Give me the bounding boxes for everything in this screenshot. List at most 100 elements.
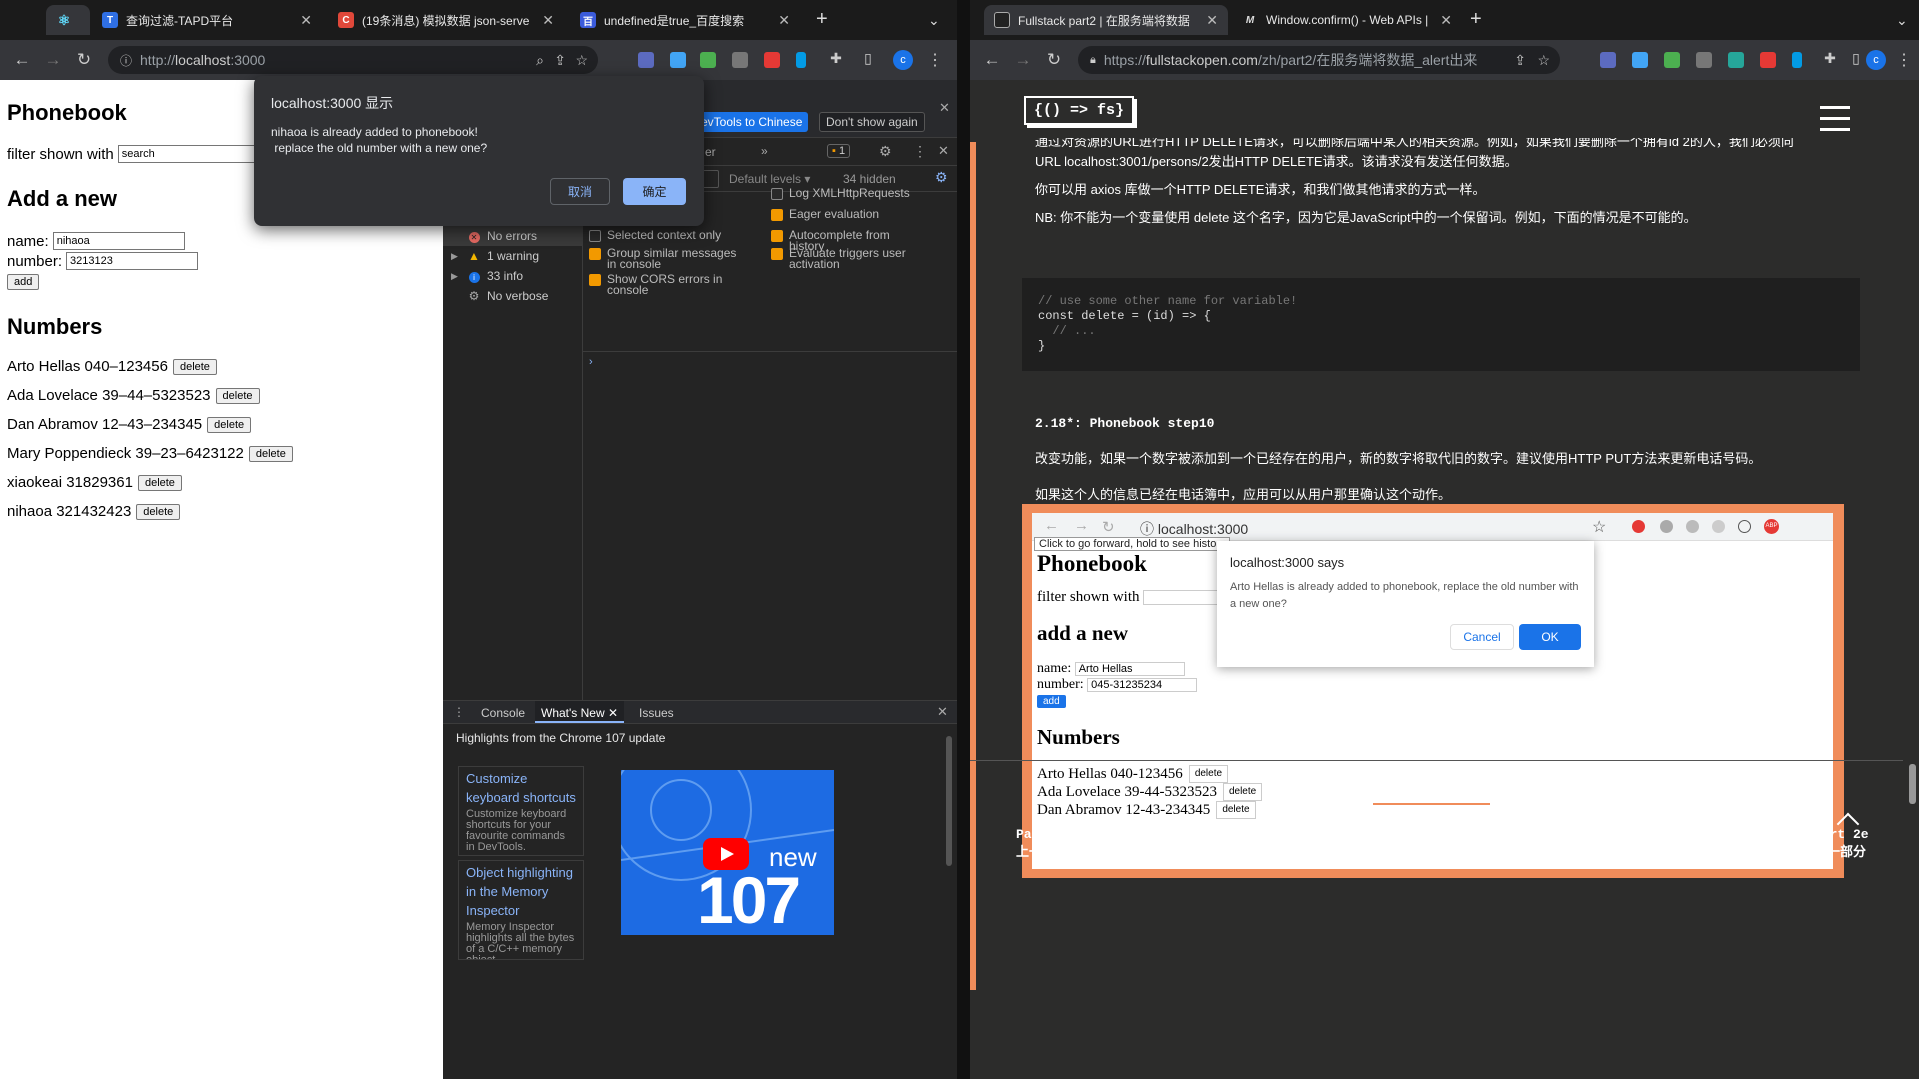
back-icon[interactable]: ← (982, 50, 1002, 70)
filter-tab[interactable]: er (705, 145, 716, 159)
delete-button[interactable]: delete (248, 445, 293, 462)
expand-arrow-icon[interactable]: ▶ (451, 251, 461, 262)
delete-button[interactable]: delete (136, 503, 181, 520)
switch-language-button[interactable]: evTools to Chinese (695, 112, 809, 132)
setting-checkbox-row[interactable]: Evaluate triggers user activation (771, 247, 921, 270)
back-icon[interactable]: ← (12, 50, 32, 70)
sidepanel-icon[interactable]: ▯ (1846, 50, 1866, 67)
card-object-highlighting[interactable]: Object highlighting in the Memory Inspec… (458, 860, 584, 960)
extension-icon[interactable] (1696, 52, 1712, 68)
prompt-icon[interactable]: › (589, 356, 593, 368)
extension-icon[interactable] (1760, 52, 1776, 68)
issues-badge[interactable]: ▪ 1 (827, 144, 851, 158)
new-tab-icon[interactable]: + (1470, 8, 1482, 31)
forward-icon[interactable]: → (1013, 50, 1033, 70)
menu-icon[interactable]: ⋮ (925, 50, 945, 70)
promo-video-thumbnail[interactable]: new 107 (621, 770, 834, 935)
extension-icon[interactable] (700, 52, 716, 68)
chevron-down-icon[interactable]: ⌄ (928, 12, 940, 29)
checkbox[interactable] (589, 274, 601, 286)
log-levels-dropdown[interactable]: Default levels ▾ (729, 172, 810, 186)
cancel-button[interactable]: 取消 (550, 178, 610, 205)
drawer-menu-icon[interactable]: ⋮ (453, 705, 465, 719)
sidepanel-icon[interactable]: ▯ (858, 50, 878, 67)
hamburger-menu-icon[interactable] (1820, 106, 1850, 131)
name-input[interactable] (52, 232, 185, 250)
close-tab-icon[interactable]: ✕ (300, 12, 312, 29)
sidebar-item[interactable]: ▶ i 33 info (443, 266, 583, 286)
menu-icon[interactable]: ⋮ (1894, 50, 1914, 70)
close-devtools-icon[interactable]: ✕ (938, 143, 949, 159)
drawer-tab-console[interactable]: Console (481, 706, 525, 720)
tab-tapd[interactable]: T 查询过滤-TAPD平台 ✕ (92, 5, 322, 35)
chevron-down-icon[interactable]: ⌄ (1896, 12, 1908, 29)
forward-icon[interactable]: → (43, 50, 63, 70)
share-icon[interactable]: ⇪ (1514, 51, 1526, 69)
extension-icon[interactable] (764, 52, 780, 68)
site-logo[interactable]: {() => fs} (1024, 96, 1135, 125)
card-title[interactable]: Customize keyboard shortcuts (466, 769, 576, 807)
drawer-tab-whats-new[interactable]: What's New ✕ (535, 701, 625, 723)
more-icon[interactable]: ⋮ (913, 143, 927, 160)
extension-icon[interactable] (1664, 52, 1680, 68)
delete-button[interactable]: delete (137, 474, 182, 491)
setting-checkbox-row[interactable]: Log XMLHttpRequests (771, 187, 921, 200)
zoom-icon[interactable]: ⌕ (536, 52, 544, 69)
extension-icon[interactable] (1728, 52, 1744, 68)
delete-button[interactable]: delete (215, 387, 260, 404)
tab-baidu[interactable]: 百 undefined是true_百度搜索 ✕ (570, 5, 800, 35)
add-button[interactable]: add (7, 274, 40, 290)
extension-icon[interactable] (1792, 52, 1802, 68)
delete-button[interactable]: delete (207, 416, 252, 433)
reload-icon[interactable]: ↻ (1044, 50, 1064, 70)
extension-icon[interactable] (732, 52, 748, 68)
sidebar-item[interactable]: ▶ ▲ 1 warning (443, 246, 583, 266)
number-input[interactable] (66, 252, 199, 270)
checkbox[interactable] (771, 248, 783, 260)
dont-show-again-button[interactable]: Don't show again (819, 112, 925, 132)
avatar[interactable]: c (1866, 50, 1886, 70)
extension-icon[interactable] (638, 52, 654, 68)
drawer-tab-issues[interactable]: Issues (639, 706, 674, 720)
expand-arrow-icon[interactable]: ▶ (451, 271, 461, 282)
extension-icon[interactable] (796, 52, 806, 68)
extension-icon[interactable] (1632, 52, 1648, 68)
page-scrollbar[interactable] (1909, 764, 1916, 804)
sidebar-item[interactable]: ⚙ No verbose (443, 286, 583, 306)
share-icon[interactable]: ⇪ (554, 52, 566, 69)
checkbox[interactable] (771, 230, 783, 242)
sidebar-item[interactable]: ✕ No errors (443, 226, 583, 246)
checkbox[interactable] (771, 209, 783, 221)
extension-icon[interactable] (1600, 52, 1616, 68)
star-icon[interactable]: ☆ (575, 52, 588, 69)
setting-checkbox-row[interactable]: Selected context only (589, 229, 739, 242)
ok-button[interactable]: 确定 (623, 178, 686, 205)
feedback-link[interactable]: 对讲课材料提出建议 (1373, 783, 1491, 805)
drawer-scrollbar[interactable] (946, 736, 952, 866)
puzzle-icon[interactable]: ✚ (826, 50, 846, 67)
tab-fullstack[interactable]: Fullstack part2 | 在服务端将数据 ✕ (984, 5, 1228, 35)
settings-gear-icon[interactable]: ⚙ (879, 143, 892, 160)
puzzle-icon[interactable]: ✚ (1820, 50, 1840, 67)
reload-icon[interactable]: ↻ (74, 50, 94, 70)
delete-button[interactable]: delete (172, 358, 217, 375)
tab-mdn[interactable]: M Window.confirm() - Web APIs | ✕ (1232, 5, 1462, 35)
card-title[interactable]: Object highlighting in the Memory Inspec… (466, 863, 576, 920)
chevrons-icon[interactable]: » (761, 144, 768, 158)
card-customize-shortcuts[interactable]: Customize keyboard shortcuts Customize k… (458, 766, 584, 856)
new-tab-icon[interactable]: + (816, 8, 828, 31)
prev-part-link[interactable]: Part 2c 上一部分 (1016, 826, 1071, 862)
tab-csdn[interactable]: C (19条消息) 模拟数据 json-serve ✕ (328, 5, 564, 35)
close-tab-icon[interactable]: ✕ (542, 12, 554, 29)
close-icon[interactable]: ✕ (939, 100, 950, 116)
extension-icon[interactable] (670, 52, 686, 68)
address-bar[interactable]: 🔒︎ https://fullstackopen.com/zh/part2/在服… (1078, 46, 1560, 74)
star-icon[interactable]: ☆ (1537, 51, 1550, 69)
setting-checkbox-row[interactable]: Show CORS errors in console (589, 273, 739, 296)
avatar[interactable]: c (893, 50, 913, 70)
close-icon[interactable]: ✕ (608, 706, 618, 720)
checkbox[interactable] (589, 230, 601, 242)
next-part-link[interactable]: Part 2e 下一部分 (1814, 826, 1869, 862)
checkbox[interactable] (771, 188, 783, 200)
close-tab-icon[interactable]: ✕ (1206, 12, 1218, 29)
